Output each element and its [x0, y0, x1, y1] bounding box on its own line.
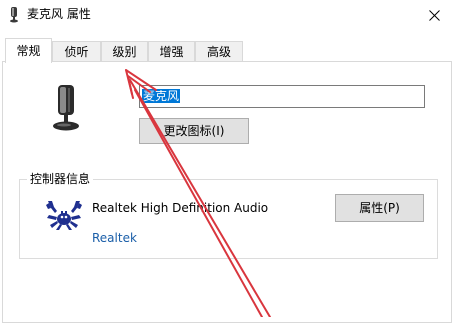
title-bar: 麦克风 属性	[0, 0, 457, 30]
controller-name: Realtek High Definition Audio	[92, 201, 269, 215]
tab-advanced[interactable]: 高级	[195, 41, 243, 61]
tab-listen[interactable]: 侦听	[52, 41, 101, 61]
tab-enhancements[interactable]: 增强	[148, 41, 195, 61]
controller-vendor-link[interactable]: Realtek	[92, 230, 137, 246]
change-icon-button[interactable]: 更改图标(I)	[139, 118, 249, 144]
tab-strip: 常规 侦听 级别 增强 高级	[0, 38, 457, 63]
microphone-icon	[53, 85, 79, 131]
close-icon	[428, 9, 440, 21]
device-name-value: 麦克风	[142, 89, 181, 103]
realtek-crab-logo	[46, 201, 82, 230]
controller-info-label: 控制器信息	[27, 171, 94, 187]
close-button[interactable]	[411, 0, 457, 30]
controller-properties-button[interactable]: 属性(P)	[335, 194, 424, 222]
microphone-icon	[10, 7, 18, 23]
tab-levels[interactable]: 级别	[101, 41, 148, 61]
tab-general[interactable]: 常规	[5, 38, 52, 63]
device-name-field[interactable]: 麦克风	[139, 85, 425, 108]
window-title: 麦克风 属性	[27, 7, 91, 21]
